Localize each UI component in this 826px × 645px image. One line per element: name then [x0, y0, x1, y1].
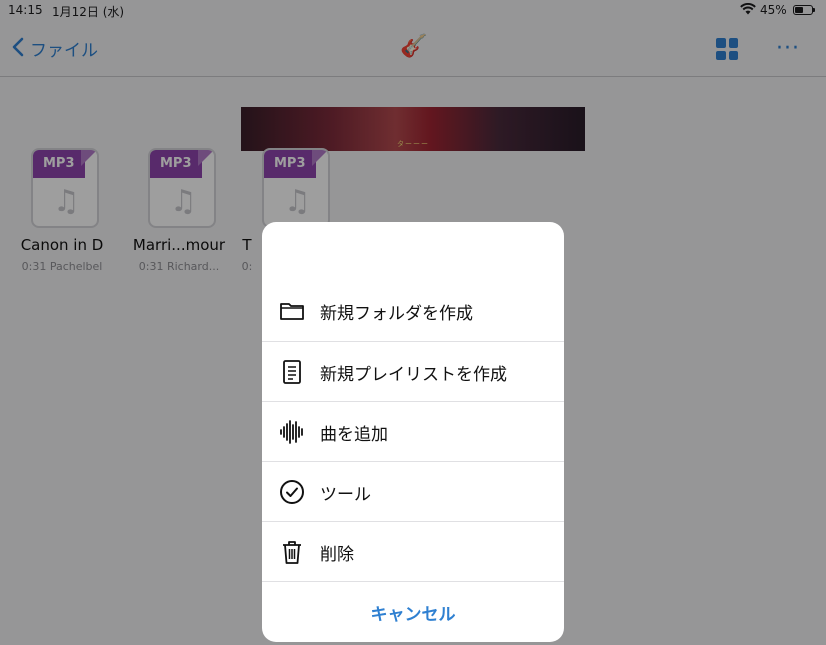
menu-item-new-playlist[interactable]: 新規プレイリストを作成: [262, 341, 564, 401]
menu-item-label: 新規フォルダを作成: [320, 304, 473, 324]
menu-item-label: 新規プレイリストを作成: [320, 365, 507, 385]
menu-item-tools[interactable]: ツール: [262, 461, 564, 521]
document-icon: [279, 359, 305, 385]
folder-icon: [279, 298, 305, 324]
trash-icon: [279, 539, 305, 565]
menu-item-label: 削除: [320, 545, 354, 565]
action-sheet-menu: 新規フォルダを作成 新規プレイリストを作成 曲を追加 ツール 削除 キャンセル: [262, 222, 564, 642]
menu-item-new-folder[interactable]: 新規フォルダを作成: [262, 281, 564, 341]
menu-item-label: ツール: [320, 485, 371, 505]
waveform-icon: [279, 419, 305, 445]
menu-item-delete[interactable]: 削除: [262, 521, 564, 581]
cancel-button[interactable]: キャンセル: [262, 581, 564, 641]
menu-item-add-song[interactable]: 曲を追加: [262, 401, 564, 461]
menu-item-label: 曲を追加: [320, 425, 388, 445]
checkmark-circle-icon: [279, 479, 305, 505]
cancel-label: キャンセル: [370, 605, 456, 625]
